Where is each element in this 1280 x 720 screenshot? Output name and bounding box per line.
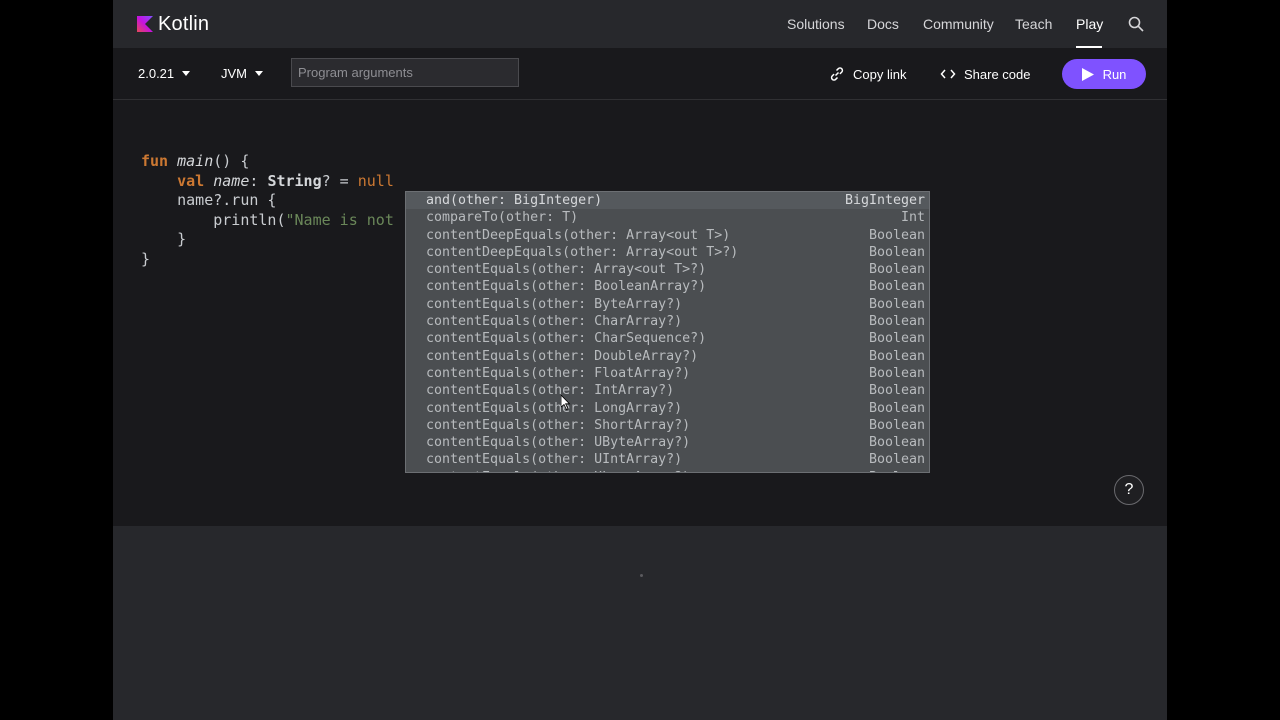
autocomplete-return-type: Boolean (868, 279, 925, 295)
autocomplete-return-type: Boolean (868, 452, 925, 468)
code-line: fun main() { (141, 152, 250, 170)
nav-teach[interactable]: Teach (1015, 16, 1052, 32)
nav-solutions[interactable]: Solutions (787, 16, 845, 32)
version-value: 2.0.21 (138, 66, 175, 81)
autocomplete-signature: contentEquals(other: ShortArray?) (426, 417, 691, 433)
loading-dot (640, 574, 643, 577)
program-arguments-input[interactable] (291, 58, 519, 87)
autocomplete-item[interactable]: and(other: BigInteger) BigInteger (406, 192, 929, 210)
autocomplete-return-type: Int (900, 210, 925, 226)
code-content[interactable]: fun main() { val name: String? = null na… (141, 152, 394, 269)
code-icon (940, 69, 956, 79)
autocomplete-return-type: BigInteger (844, 193, 925, 208)
autocomplete-signature: contentEquals(other: Array<out T>?) (426, 262, 707, 278)
mouse-cursor-icon (561, 395, 571, 411)
autocomplete-item[interactable]: contentEquals(other: ShortArray?) Boolean (406, 417, 929, 434)
play-icon (1081, 67, 1094, 81)
autocomplete-return-type: Boolean (868, 383, 925, 399)
nav-play[interactable]: Play (1076, 16, 1103, 32)
autocomplete-item[interactable]: contentEquals(other: IntArray?) Boolean (406, 382, 929, 399)
autocomplete-signature: contentEquals(other: ULongArray?) (426, 469, 690, 472)
autocomplete-item[interactable]: compareTo(other: T) Int (406, 209, 929, 226)
code-editor[interactable]: fun main() { val name: String? = null na… (113, 100, 1167, 526)
autocomplete-item[interactable]: contentEquals(other: DoubleArray?) Boolea… (406, 348, 929, 365)
autocomplete-item[interactable]: contentEquals(other: BooleanArray?) Boole… (406, 278, 929, 295)
nav-community[interactable]: Community (923, 16, 994, 32)
share-code-button[interactable]: Share code (940, 66, 1031, 82)
autocomplete-return-type: Boolean (868, 331, 925, 347)
autocomplete-signature: contentEquals(other: UIntArray?) (426, 452, 683, 468)
autocomplete-item[interactable]: contentDeepEquals(other: Array<out T>) Bo… (406, 227, 929, 244)
copy-link-label: Copy link (853, 66, 907, 82)
autocomplete-signature: and(other: BigInteger) (426, 193, 603, 208)
autocomplete-item[interactable]: contentEquals(other: FloatArray?) Boolean (406, 365, 929, 382)
kotlin-logo-icon (137, 16, 153, 32)
autocomplete-return-type: Boolean (868, 227, 925, 243)
autocomplete-item[interactable]: contentEquals(other: UByteArray?) Boolean (406, 434, 929, 451)
autocomplete-signature: contentEquals(other: ByteArray?) (426, 296, 683, 312)
help-button[interactable]: ? (1114, 475, 1144, 505)
autocomplete-signature: contentEquals(other: BooleanArray?) (426, 279, 707, 295)
autocomplete-signature: contentEquals(other: UByteArray?) (426, 435, 691, 451)
chevron-down-icon (255, 71, 263, 76)
autocomplete-return-type: Boolean (868, 244, 925, 260)
code-line: } (141, 249, 151, 268)
chevron-down-icon (182, 71, 191, 76)
autocomplete-item[interactable]: contentEquals(other: LongArray?) Boolean (406, 400, 929, 417)
autocomplete-signature: contentEquals(other: LongArray?) (426, 400, 683, 416)
code-line: println("Name is not (141, 210, 394, 229)
autocomplete-item[interactable]: contentDeepEquals(other: Array<out T>?) B… (406, 244, 929, 261)
autocomplete-return-type: Boolean (868, 400, 925, 416)
platform-dropdown[interactable]: JVM (221, 66, 263, 81)
run-button[interactable]: Run (1062, 59, 1146, 89)
link-icon (830, 67, 844, 81)
autocomplete-signature: contentDeepEquals(other: Array<out T>) (426, 227, 731, 243)
autocomplete-return-type: Boolean (868, 417, 925, 433)
autocomplete-return-type: Boolean (868, 435, 925, 451)
run-label: Run (1102, 66, 1127, 82)
autocomplete-return-type: Boolean (868, 296, 925, 312)
brand-name: Kotlin (158, 12, 210, 35)
autocomplete-item[interactable]: contentEquals(other: UIntArray?) Boolean (406, 451, 929, 468)
autocomplete-signature: contentEquals(other: FloatArray?) (426, 365, 691, 381)
code-line: } (141, 230, 187, 248)
autocomplete-signature: contentEquals(other: IntArray?) (426, 383, 675, 399)
autocomplete-signature: contentDeepEquals(other: Array<out T>?) (426, 244, 739, 260)
autocomplete-item[interactable]: contentEquals(other: CharSequence?) Boole… (406, 330, 929, 347)
autocomplete-return-type: Boolean (868, 314, 925, 330)
nav-docs[interactable]: Docs (867, 16, 899, 32)
autocomplete-signature: contentEquals(other: CharArray?) (426, 314, 683, 330)
editor-toolbar: 2.0.21 JVM Copy link Share code (113, 48, 1167, 100)
code-line: val name: String? = null (177, 171, 394, 190)
playground-app: Kotlin Solutions Docs Community Teach Pl… (113, 0, 1167, 720)
autocomplete-return-type: Boolean (868, 365, 925, 381)
share-code-label: Share code (964, 66, 1031, 82)
autocomplete-signature: contentEquals(other: CharSequence?) (426, 331, 707, 347)
kotlin-logo[interactable]: Kotlin (137, 12, 209, 36)
version-dropdown[interactable]: 2.0.21 (138, 66, 191, 81)
autocomplete-signature: contentEquals(other: DoubleArray?) (426, 348, 699, 364)
output-panel (113, 526, 1167, 720)
autocomplete-return-type: Boolean (869, 469, 925, 472)
autocomplete-item[interactable]: contentEquals(other: ByteArray?) Boolean (406, 296, 929, 313)
autocomplete-return-type: Boolean (868, 348, 925, 364)
autocomplete-item[interactable]: contentEquals(other: ULongArray?) Boolean (406, 469, 929, 472)
search-icon[interactable] (1128, 16, 1144, 32)
top-navigation: Kotlin Solutions Docs Community Teach Pl… (113, 0, 1167, 48)
code-line: name?.run { (141, 191, 277, 209)
copy-link-button[interactable]: Copy link (829, 66, 906, 82)
autocomplete-popup[interactable]: and(other: BigInteger) BigInteger compareT… (405, 191, 930, 473)
autocomplete-item[interactable]: contentEquals(other: CharArray?) Boolean (406, 313, 929, 330)
platform-value: JVM (221, 66, 247, 81)
autocomplete-return-type: Boolean (868, 262, 925, 278)
autocomplete-signature: compareTo(other: T) (426, 210, 579, 226)
autocomplete-item[interactable]: contentEquals(other: Array<out T>?) Boole… (406, 261, 929, 278)
